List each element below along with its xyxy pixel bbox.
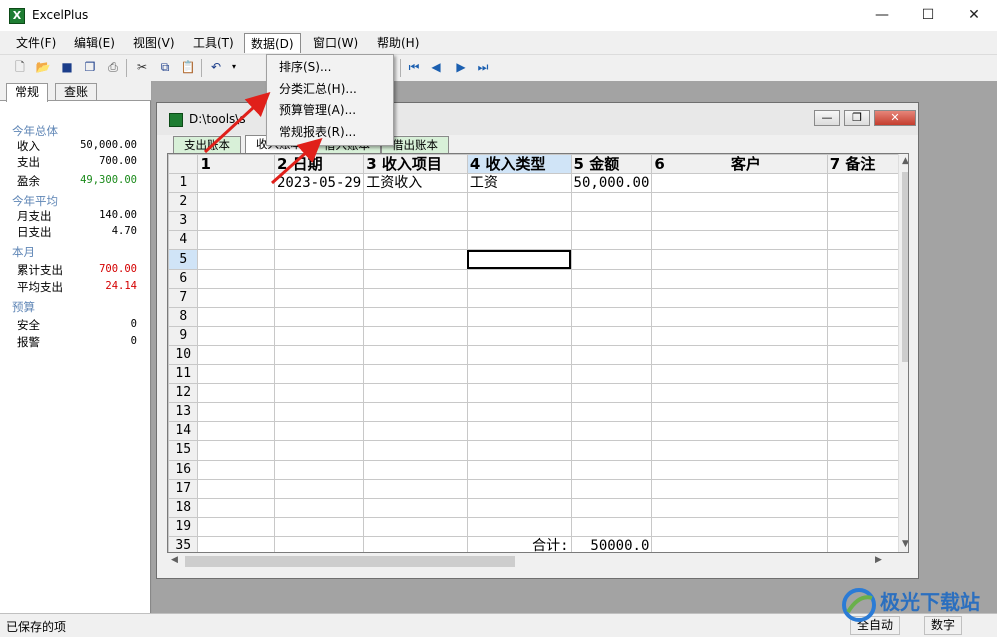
watermark-text: 极光下载站 bbox=[880, 590, 980, 614]
watermark-logo-icon bbox=[842, 588, 876, 622]
annotation-arrow bbox=[271, 138, 323, 185]
watermark: 极光下载站 bbox=[840, 582, 990, 632]
annotation-arrow bbox=[203, 91, 271, 154]
annotation-arrows bbox=[203, 91, 323, 185]
status-text: 已保存的项 bbox=[6, 620, 67, 634]
